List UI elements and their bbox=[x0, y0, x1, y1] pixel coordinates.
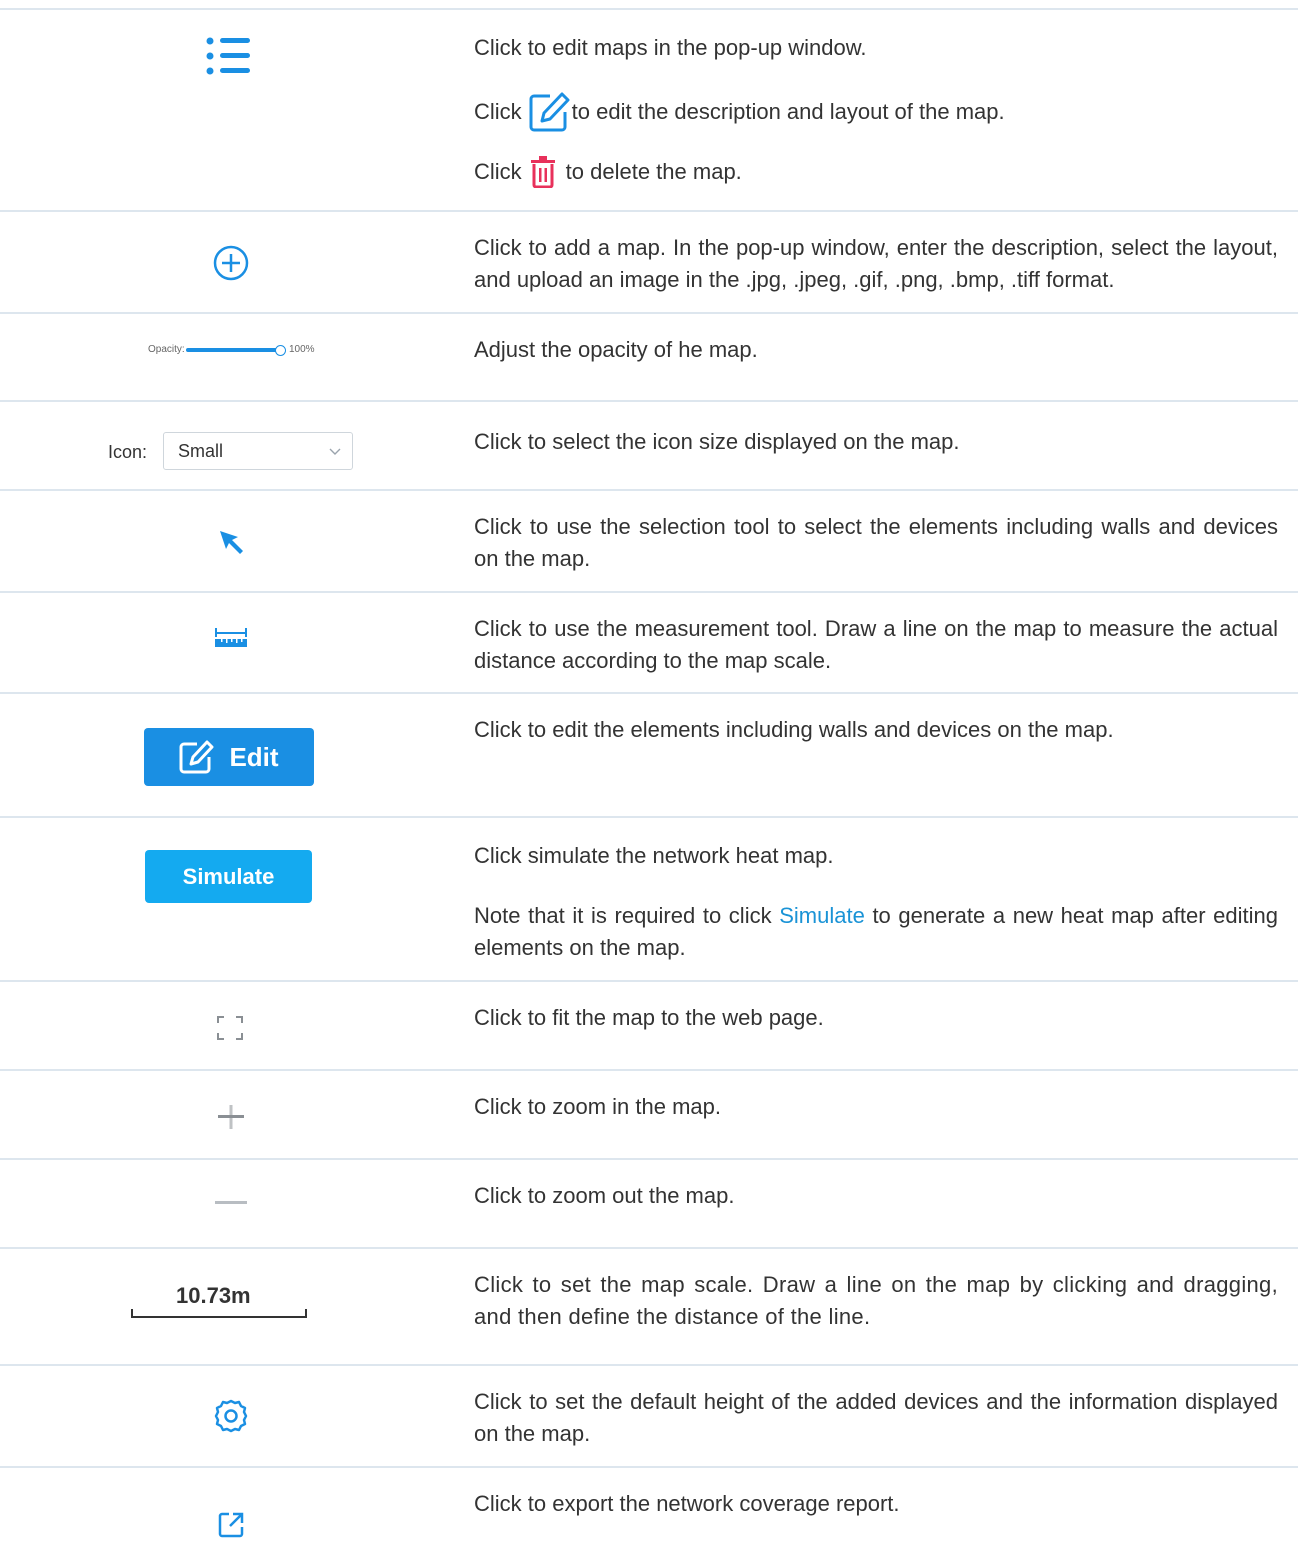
description-text: to delete the map. bbox=[565, 159, 742, 184]
add-circle-icon[interactable] bbox=[212, 244, 250, 282]
row-icon-size: Icon: Small Click to select the icon siz… bbox=[0, 402, 1298, 489]
description-text: Click to set the map scale. Draw a line … bbox=[474, 1272, 1278, 1329]
ruler-icon[interactable] bbox=[214, 627, 248, 649]
row-edit-maps: Click to edit maps in the pop-up window.… bbox=[0, 10, 1298, 210]
map-scale-label: 10.73m bbox=[176, 1283, 251, 1308]
edit-icon bbox=[179, 740, 214, 774]
opacity-label: Opacity: bbox=[148, 344, 185, 355]
row-export: Click to export the network coverage rep… bbox=[0, 1468, 1298, 1548]
row-selection-tool: Click to use the selection tool to selec… bbox=[0, 491, 1298, 591]
row-opacity: Opacity: 100% Adjust the opacity of he m… bbox=[0, 314, 1298, 400]
opacity-slider-handle[interactable] bbox=[275, 345, 286, 356]
zoom-in-icon[interactable] bbox=[218, 1103, 244, 1131]
trash-icon bbox=[530, 156, 555, 188]
row-zoom-out: Click to zoom out the map. bbox=[0, 1160, 1298, 1247]
opacity-slider[interactable] bbox=[186, 348, 278, 352]
row-map-scale: 10.73m Click to set the map scale. Draw … bbox=[0, 1249, 1298, 1364]
chevron-down-icon bbox=[329, 448, 341, 455]
icon-size-select[interactable]: Small bbox=[163, 432, 353, 470]
description-text: Click to set the default height of the a… bbox=[474, 1389, 1278, 1446]
row-measurement-tool: Click to use the measurement tool. Draw … bbox=[0, 593, 1298, 692]
edit-icon bbox=[529, 92, 570, 132]
edit-button[interactable]: Edit bbox=[144, 728, 314, 786]
note-text: Note that it is required to click Simula… bbox=[474, 900, 1278, 964]
list-icon[interactable] bbox=[206, 36, 252, 76]
description-text: Click to fit the map to the web page. bbox=[474, 1005, 824, 1030]
simulate-button[interactable]: Simulate bbox=[145, 850, 312, 903]
icon-size-label: Icon: bbox=[108, 442, 148, 462]
row-zoom-in: Click to zoom in the map. bbox=[0, 1071, 1298, 1158]
description-text: Click bbox=[474, 99, 522, 124]
row-add-map: Click to add a map. In the pop-up window… bbox=[0, 212, 1298, 312]
note-text-before: Note that it is required to click bbox=[474, 903, 772, 928]
export-icon[interactable] bbox=[218, 1512, 244, 1538]
simulate-button-label: Simulate bbox=[182, 863, 275, 889]
simulate-link[interactable]: Simulate bbox=[779, 903, 865, 928]
description-text: Click to use the selection tool to selec… bbox=[474, 514, 1278, 571]
description-text: Click to export the network coverage rep… bbox=[474, 1491, 900, 1516]
row-settings: Click to set the default height of the a… bbox=[0, 1366, 1298, 1466]
edit-button-label: Edit bbox=[229, 741, 279, 772]
description-text: to edit the description and layout of th… bbox=[571, 99, 1005, 124]
cursor-arrow-icon[interactable] bbox=[218, 529, 246, 557]
zoom-out-icon[interactable] bbox=[215, 1200, 247, 1206]
opacity-value: 100% bbox=[289, 344, 315, 355]
description-text: Click to zoom out the map. bbox=[474, 1183, 735, 1208]
fit-screen-icon[interactable] bbox=[217, 1016, 243, 1040]
description-text: Click bbox=[474, 159, 522, 184]
description-text: Click to edit the elements including wal… bbox=[474, 717, 1114, 742]
description-text: Click to add a map. In the pop-up window… bbox=[474, 235, 1278, 292]
description-text: Click to edit maps in the pop-up window. bbox=[474, 35, 867, 60]
description-text: Click to select the icon size displayed … bbox=[474, 429, 960, 454]
icon-size-select-value: Small bbox=[178, 441, 224, 461]
description-text: Click to zoom in the map. bbox=[474, 1094, 721, 1119]
row-fit-page: Click to fit the map to the web page. bbox=[0, 982, 1298, 1069]
row-edit-elements: Edit Click to edit the elements includin… bbox=[0, 694, 1298, 816]
gear-icon[interactable] bbox=[214, 1399, 248, 1433]
map-scale[interactable] bbox=[131, 1309, 307, 1319]
description-text: Click simulate the network heat map. bbox=[474, 843, 834, 868]
description-text: Adjust the opacity of he map. bbox=[474, 337, 758, 362]
description-text: Click to use the measurement tool. Draw … bbox=[474, 616, 1278, 673]
row-simulate: Simulate Click simulate the network heat… bbox=[0, 818, 1298, 980]
